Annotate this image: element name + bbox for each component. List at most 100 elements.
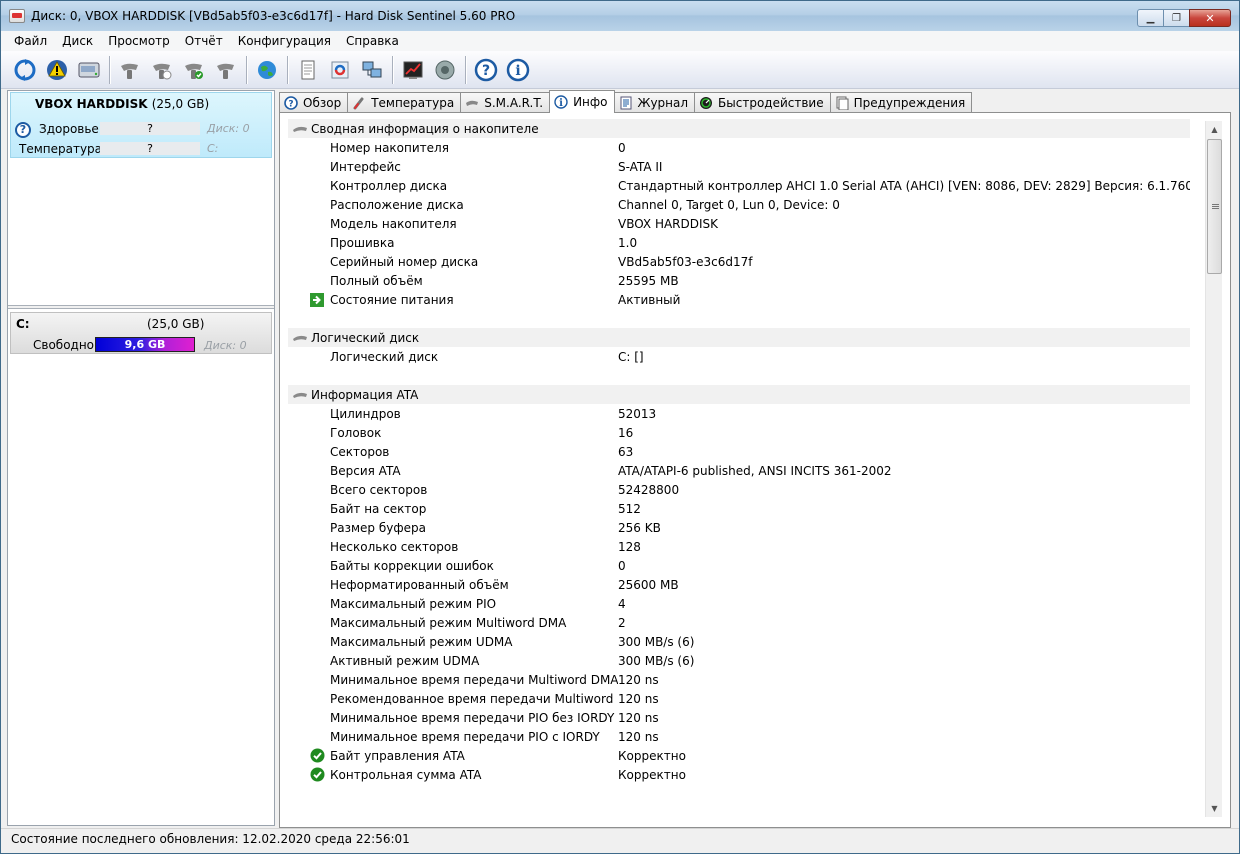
check-icon xyxy=(310,767,325,782)
info-row[interactable]: Несколько секторов 128 xyxy=(288,537,1190,556)
info-row[interactable]: Версия ATA ATA/ATAPI-6 published, ANSI IN… xyxy=(288,461,1190,480)
info-row[interactable]: Цилиндров 52013 xyxy=(288,404,1190,423)
help-icon: ? xyxy=(474,58,498,81)
info-row[interactable]: Логический диск C: [] xyxy=(288,347,1190,366)
sync-button[interactable] xyxy=(326,56,354,84)
tab-label: Температура xyxy=(371,95,455,110)
about-button[interactable]: i xyxy=(504,56,532,84)
disk-card[interactable]: VBOX HARDDISK (25,0 GB) ? Здоровье: ? Ди… xyxy=(10,92,272,158)
info-pane: Сводная информация о накопителе Номер нак… xyxy=(279,112,1231,828)
info-row[interactable]: Номер накопителя 0 xyxy=(288,138,1190,157)
disk-report-button[interactable] xyxy=(75,56,103,84)
info-label: Максимальный режим Multiword DMA xyxy=(330,615,567,630)
info-row[interactable]: Расположение диска Channel 0, Target 0, L… xyxy=(288,195,1190,214)
disk-wipe-icon xyxy=(217,63,234,79)
vertical-scrollbar[interactable]: ▲ ▼ xyxy=(1205,121,1222,817)
info-value: 52013 xyxy=(618,406,657,421)
speaker-icon xyxy=(435,60,455,79)
info-row[interactable]: Неформатированный объём 25600 MB xyxy=(288,575,1190,594)
tab-label: Обзор xyxy=(303,95,342,110)
info-row[interactable]: Интерфейс S-ATA II xyxy=(288,157,1190,176)
info-row[interactable]: Полный объём 25595 MB xyxy=(288,271,1190,290)
info-row[interactable]: Максимальный режим PIO 4 xyxy=(288,594,1190,613)
info-row[interactable]: Максимальный режим UDMA 300 MB/s (6) xyxy=(288,632,1190,651)
info-row[interactable]: Прошивка 1.0 xyxy=(288,233,1190,252)
tab-overview[interactable]: ? Обзор xyxy=(279,92,349,112)
warning-icon xyxy=(47,59,67,80)
menu-view[interactable]: Просмотр xyxy=(101,34,178,48)
info-label: Логический диск xyxy=(330,349,439,364)
info-row[interactable]: Байты коррекции ошибок 0 xyxy=(288,556,1190,575)
info-row[interactable]: Головок 16 xyxy=(288,423,1190,442)
menu-bar: Файл Диск Просмотр Отчёт Конфигурация Сп… xyxy=(1,31,1239,51)
menu-report[interactable]: Отчёт xyxy=(178,34,231,48)
section-title: Логический диск xyxy=(311,330,420,345)
temperature-value: ? xyxy=(100,142,200,155)
info-row[interactable]: Максимальный режим Multiword DMA 2 xyxy=(288,613,1190,632)
scroll-up-icon[interactable]: ▲ xyxy=(1206,121,1223,138)
scroll-thumb[interactable] xyxy=(1207,139,1222,274)
minimize-button[interactable]: ▁ xyxy=(1137,9,1164,27)
document-button[interactable] xyxy=(294,56,322,84)
info-row[interactable]: Байт управления ATA Корректно xyxy=(288,746,1190,765)
app-logo-icon xyxy=(9,9,25,23)
info-row[interactable]: Размер буфера 256 KB xyxy=(288,518,1190,537)
info-row[interactable]: Рекомендованное время передачи Multiword… xyxy=(288,689,1190,708)
info-row[interactable]: Байт на сектор 512 xyxy=(288,499,1190,518)
info-row[interactable]: Серийный номер диска VBd5ab5f03-e3c6d17f xyxy=(288,252,1190,271)
info-label: Минимальное время передачи PIO без IORDY xyxy=(330,710,615,725)
tab-smart[interactable]: S.M.A.R.T. xyxy=(460,92,551,112)
menu-disk[interactable]: Диск xyxy=(55,34,101,48)
tool-button-3[interactable] xyxy=(180,56,208,84)
tool-button-4[interactable] xyxy=(212,56,240,84)
menu-help[interactable]: Справка xyxy=(339,34,407,48)
health-label: Здоровье: xyxy=(39,122,103,136)
drive-letter: C: xyxy=(16,317,30,331)
info-value: 25600 MB xyxy=(618,577,679,592)
volume-card[interactable]: C: (25,0 GB) Свободно 9,6 GB Диск: 0 xyxy=(10,312,272,354)
panel-splitter[interactable] xyxy=(8,305,274,309)
info-row[interactable]: Минимальное время передачи PIO с IORDY 12… xyxy=(288,727,1190,746)
refresh-button[interactable] xyxy=(11,56,39,84)
network-button[interactable] xyxy=(358,56,386,84)
scroll-down-icon[interactable]: ▼ xyxy=(1206,800,1223,817)
maximize-button[interactable]: ❐ xyxy=(1163,9,1190,27)
tab-info[interactable]: i Инфо xyxy=(549,90,615,113)
tab-log[interactable]: Журнал xyxy=(613,92,696,112)
help-button[interactable]: ? xyxy=(472,56,500,84)
info-value: 0 xyxy=(618,558,626,573)
disk-icon xyxy=(293,126,307,132)
info-row[interactable]: Секторов 63 xyxy=(288,442,1190,461)
sound-button[interactable] xyxy=(431,56,459,84)
menu-configuration[interactable]: Конфигурация xyxy=(231,34,339,48)
temperature-drive-label: C: xyxy=(207,142,219,155)
info-row[interactable]: Контрольная сумма ATA Корректно xyxy=(288,765,1190,784)
info-row[interactable]: Всего секторов 52428800 xyxy=(288,480,1190,499)
info-row[interactable]: Минимальное время передачи Multiword DMA… xyxy=(288,670,1190,689)
info-value: 120 ns xyxy=(618,691,659,706)
info-row[interactable]: Активный режим UDMA 300 MB/s (6) xyxy=(288,651,1190,670)
tab-temperature[interactable]: Температура xyxy=(347,92,462,112)
info-row[interactable]: Контроллер диска Стандартный контроллер A… xyxy=(288,176,1190,195)
web-button[interactable] xyxy=(253,56,281,84)
info-row[interactable]: Модель накопителя VBOX HARDDISK xyxy=(288,214,1190,233)
alert-button[interactable] xyxy=(43,56,71,84)
info-label: Минимальное время передачи Multiword DMA xyxy=(330,672,618,687)
benchmark-button[interactable] xyxy=(399,56,427,84)
info-value: 1.0 xyxy=(618,235,638,250)
info-label: Цилиндров xyxy=(330,406,401,421)
info-value: 120 ns xyxy=(618,672,659,687)
info-row[interactable]: Состояние питания Активный xyxy=(288,290,1190,309)
tab-performance[interactable]: Быстродействие xyxy=(694,92,831,112)
network-icon xyxy=(362,61,382,77)
menu-file[interactable]: Файл xyxy=(7,34,55,48)
tool-button-1[interactable] xyxy=(116,56,144,84)
log-icon xyxy=(620,96,632,109)
tab-alerts[interactable]: Предупреждения xyxy=(829,92,973,112)
close-button[interactable]: ✕ xyxy=(1189,9,1231,27)
tool-button-2[interactable] xyxy=(148,56,176,84)
info-row[interactable]: Минимальное время передачи PIO без IORDY… xyxy=(288,708,1190,727)
info-value: C: [] xyxy=(618,349,644,364)
check-icon xyxy=(310,748,325,763)
info-label: Секторов xyxy=(330,444,390,459)
